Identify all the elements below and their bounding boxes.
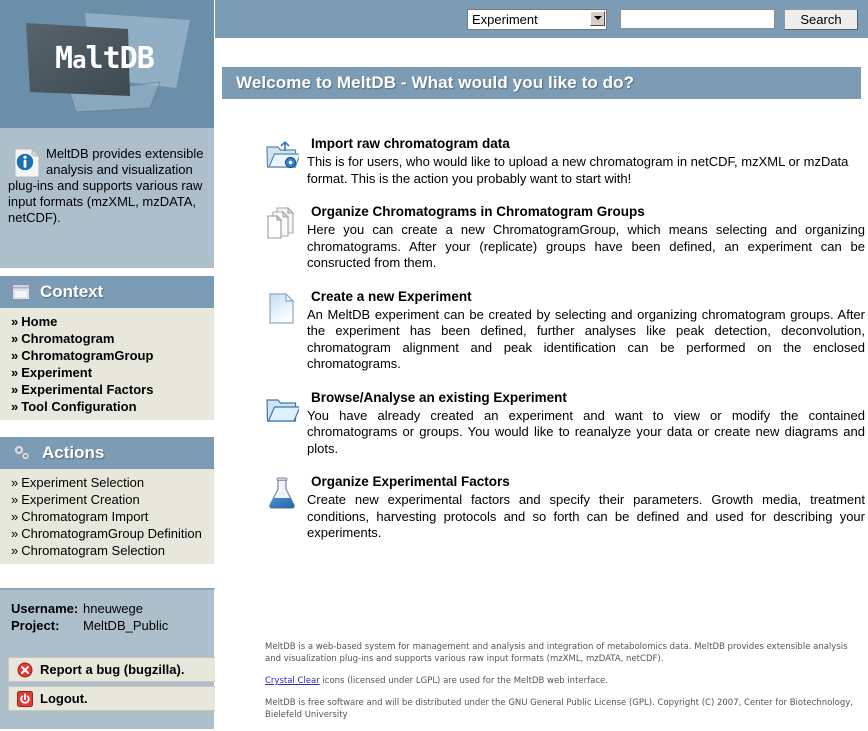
bullet-icon: »	[11, 399, 19, 414]
logo-panel: MaltDB	[0, 0, 215, 128]
footer-icons-credit: Crystal Clear icons (licensed under LGPL…	[265, 675, 857, 687]
sidebar-item-label: Experimental Factors	[21, 382, 154, 397]
sidebar-item-label: Experiment Creation	[21, 492, 140, 507]
footer-divider	[265, 633, 857, 634]
search-button[interactable]: Search	[784, 8, 858, 30]
sidebar-item-label: Experiment Selection	[21, 475, 145, 490]
sidebar-item-label: Chromatogram Selection	[21, 543, 166, 558]
sidebar-context-block: Context » Home » Chromatogram » Chromatogra…	[0, 276, 215, 420]
sidebar-item-home[interactable]: » Home	[0, 313, 214, 330]
flask-icon	[269, 477, 295, 509]
sidebar-item-experimental-factors[interactable]: » Experimental Factors	[0, 381, 214, 398]
section-body: An MeltDB experiment can be created by s…	[307, 306, 865, 372]
folder-open-icon	[266, 398, 299, 422]
section-title[interactable]: Create a new Experiment	[311, 289, 865, 305]
search-input[interactable]	[620, 9, 775, 29]
section-browse-experiment: Browse/Analyse an existing Experiment Yo…	[265, 390, 865, 458]
section-title[interactable]: Organize Experimental Factors	[311, 474, 865, 490]
section-body: This is for users, who would like to upl…	[307, 154, 849, 186]
footer-icons-credit-rest: icons (licensed under LGPL) are used for…	[319, 676, 608, 686]
sidebar-actions-title: Actions	[42, 443, 105, 462]
section-organize-chromatogram-groups: Organize Chromatograms in Chromatogram G…	[265, 204, 865, 272]
welcome-banner: Welcome to MeltDB - What would you like …	[222, 67, 861, 99]
section-import-raw-chromatogram: Import raw chromatogram data This is for…	[265, 136, 865, 187]
footer-about: MeltDB is a web-based system for managem…	[265, 642, 848, 664]
sidebar-item-chromatogram-import[interactable]: » Chromatogram Import	[0, 508, 214, 525]
section-title[interactable]: Browse/Analyse an existing Experiment	[311, 390, 865, 406]
sidebar-item-label: ChromatogramGroup Definition	[21, 526, 202, 541]
sidebar-item-experiment-selection[interactable]: » Experiment Selection	[0, 474, 214, 491]
sidebar-item-experiment-creation[interactable]: » Experiment Creation	[0, 491, 214, 508]
app-root: Experiment Search MaltDB MeltDB provides…	[0, 0, 868, 729]
sidebar-item-chromatogramgroup[interactable]: » ChromatogramGroup	[0, 347, 214, 364]
info-page-icon	[14, 148, 40, 178]
bullet-icon: »	[11, 382, 19, 397]
action-sections: Import raw chromatogram data This is for…	[265, 136, 865, 559]
bullet-icon: »	[11, 543, 19, 558]
bullet-icon: »	[11, 526, 19, 541]
sidebar-actions-block: Actions » Experiment Selection » Experimen…	[0, 437, 215, 564]
crystal-clear-link[interactable]: Crystal Clear	[265, 676, 320, 686]
sidebar-item-label: Experiment	[21, 365, 93, 380]
info-box: MeltDB provides extensible analysis and …	[0, 128, 215, 268]
username-row: Username: hneuwege	[0, 600, 214, 617]
username-value: hneuwege	[83, 601, 143, 616]
documents-stack-icon	[267, 206, 295, 239]
footer: MeltDB is a web-based system for managem…	[265, 641, 857, 731]
sidebar-context-header: Context	[0, 276, 214, 308]
bullet-icon: »	[11, 348, 19, 363]
power-icon	[17, 690, 33, 707]
blank-document-icon	[269, 292, 295, 324]
bullet-icon: »	[11, 314, 19, 329]
window-icon	[12, 284, 30, 300]
search-scope-select[interactable]: Experiment	[467, 8, 607, 30]
error-cross-icon	[17, 662, 33, 677]
sidebar-item-label: Chromatogram	[21, 331, 115, 346]
section-body: Create new experimental factors and spec…	[307, 492, 865, 540]
sidebar-item-experiment[interactable]: » Experiment	[0, 364, 214, 381]
sidebar-actions-header: Actions	[0, 437, 214, 469]
sidebar-item-label: Tool Configuration	[21, 399, 137, 414]
sidebar-item-label: ChromatogramGroup	[21, 348, 154, 363]
main-content: Welcome to MeltDB - What would you like …	[215, 38, 868, 729]
sidebar-item-chromatogram[interactable]: » Chromatogram	[0, 330, 214, 347]
bullet-icon: »	[11, 492, 19, 507]
project-value: MeltDB_Public	[83, 618, 169, 633]
chevron-down-icon[interactable]	[590, 10, 605, 26]
page-title: Welcome to MeltDB - What would you like …	[236, 73, 635, 92]
gears-icon	[13, 444, 30, 461]
sidebar-actions-items: » Experiment Selection » Experiment Creati…	[0, 469, 214, 564]
section-title[interactable]: Organize Chromatograms in Chromatogram G…	[311, 204, 865, 220]
project-row: Project: MeltDB_Public	[0, 617, 214, 634]
search-scope-value: Experiment	[472, 11, 538, 27]
sidebar-item-chromatogramgroup-definition[interactable]: » ChromatogramGroup Definition	[0, 525, 214, 542]
section-organize-experimental-factors: Organize Experimental Factors Create new…	[265, 474, 865, 542]
top-search-bar: Experiment Search	[215, 0, 868, 38]
logout-label: Logout.	[40, 691, 88, 706]
report-bug-button[interactable]: Report a bug (bugzilla).	[8, 657, 223, 682]
bullet-icon: »	[11, 509, 19, 524]
bullet-icon: »	[11, 365, 19, 380]
report-bug-label: Report a bug (bugzilla).	[40, 662, 185, 677]
bullet-icon: »	[11, 331, 19, 346]
svg-text:MaltDB: MaltDB	[55, 41, 154, 76]
username-label: Username:	[11, 601, 79, 616]
project-label: Project:	[11, 618, 60, 633]
footer-license: MeltDB is free software and will be dist…	[265, 698, 854, 720]
section-body: You have already created an experiment a…	[307, 407, 865, 456]
sidebar-context-title: Context	[40, 282, 104, 301]
folder-import-icon	[266, 141, 299, 168]
logout-button[interactable]: Logout.	[8, 686, 223, 711]
bullet-icon: »	[11, 475, 19, 490]
section-create-experiment: Create a new Experiment An MeltDB experi…	[265, 289, 865, 373]
sidebar-item-tool-configuration[interactable]: » Tool Configuration	[0, 398, 214, 415]
sidebar-item-label: Home	[21, 314, 58, 329]
meltdb-logo: MaltDB	[0, 0, 214, 128]
section-title[interactable]: Import raw chromatogram data	[311, 136, 865, 152]
sidebar-item-label: Chromatogram Import	[21, 509, 149, 524]
sidebar-context-items: » Home » Chromatogram » ChromatogramGroup »…	[0, 308, 214, 420]
search-scope-face[interactable]: Experiment	[467, 8, 607, 30]
sidebar-item-chromatogram-selection[interactable]: » Chromatogram Selection	[0, 542, 214, 559]
section-body: Here you can create a new ChromatogramGr…	[307, 222, 865, 270]
